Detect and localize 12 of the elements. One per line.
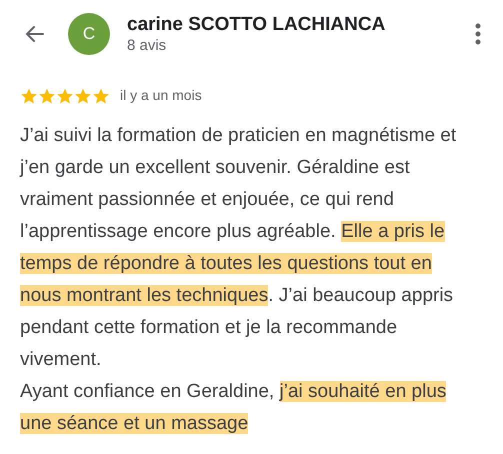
star-icon (74, 86, 92, 104)
review-count: 8 avis (127, 37, 168, 55)
review-text: J’ai suivi la formation de praticien en magnétisme et j’en garde un excellent souvenir. Géraldine est vraiment passionnée et enjouée, ce qui rend l’apprentissage encore plus agréable. Elle a pris le temps de répondre à toutes les questions tout en nous montrant les techniques. J’ai beaucoup appris pendant cette formation et je la recommande vivement. (20, 124, 458, 372)
more-options-button[interactable] (473, 22, 483, 46)
review-time: il y a un mois (120, 86, 202, 105)
star-icon (38, 86, 56, 104)
star-icon (92, 86, 110, 104)
avatar: C (68, 13, 110, 55)
reviewer-name: carine SCOTTO LACHIANCA (127, 13, 386, 37)
star-icon (56, 86, 74, 104)
star-icon (20, 86, 38, 104)
more-vertical-icon (475, 23, 481, 45)
